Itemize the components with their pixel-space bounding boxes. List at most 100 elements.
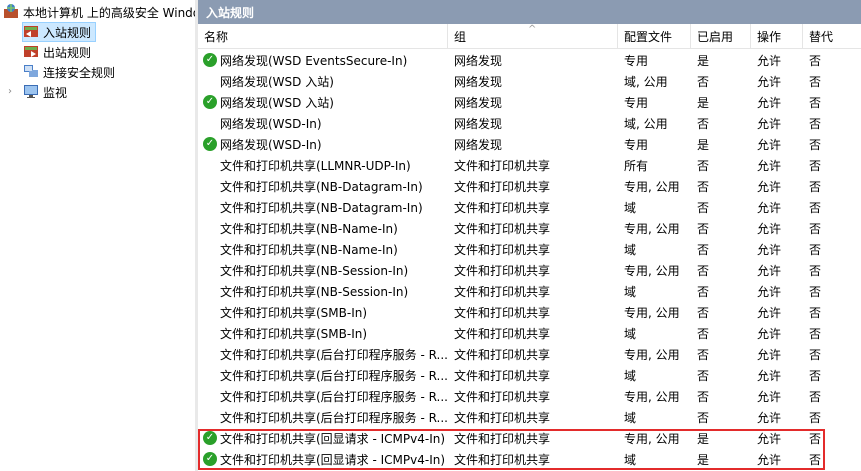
rule-group-cell: 文件和打印机共享 [454,411,551,425]
firewall-icon [3,3,19,21]
rule-name-cell: 文件和打印机共享(NB-Name-In) [220,243,398,257]
rule-name-cell: 网络发现(WSD 入站) [220,96,334,110]
rule-enabled-cell: 否 [697,222,710,236]
rule-action-cell: 允许 [757,117,782,131]
rule-action-cell: 允许 [757,180,782,194]
table-row[interactable]: 网络发现(WSD-In) 网络发现 域, 公用 否 允许 否 [198,113,861,134]
rule-action-cell: 允许 [757,264,782,278]
tree-item-label: 入站规则 [43,25,92,40]
rule-override-cell: 否 [809,54,822,68]
rule-action-cell: 允许 [757,138,782,152]
monitor-icon [23,83,39,102]
table-row[interactable]: 文件和打印机共享(NB-Name-In) 文件和打印机共享 专用, 公用 否 允许 否 [198,218,861,239]
table-row[interactable]: ✓ 网络发现(WSD 入站) 网络发现 专用是允许否 [198,92,861,113]
table-row[interactable]: 文件和打印机共享(后台打印程序服务 - R... 文件和打印机共享 域 否 允许 否 [198,365,861,386]
rule-action-cell: 允许 [757,327,782,341]
rule-override-cell: 否 [809,180,822,194]
column-header-enabled[interactable]: 已启用 [691,24,751,48]
rule-profile-cell: 域 [624,201,637,215]
rule-override-cell: 否 [809,411,822,425]
rule-override-cell: 否 [809,159,822,173]
table-row[interactable]: 文件和打印机共享(后台打印程序服务 - R... 文件和打印机共享 域 否 允许 否 [198,407,861,428]
rule-profile-cell: 域 [624,453,637,467]
rule-name-cell: 网络发现(WSD EventsSecure-In) [220,54,408,68]
tree-item-connection-security-rules[interactable]: 连接安全规则 [23,62,119,82]
rule-group-cell: 文件和打印机共享 [454,306,551,320]
table-row[interactable]: 文件和打印机共享(NB-Session-In) 文件和打印机共享 域 否 允许 否 [198,281,861,302]
rule-name-cell: 文件和打印机共享(NB-Session-In) [220,285,409,299]
expand-chevron-icon[interactable]: › [8,86,12,97]
column-header-name[interactable]: 名称 [198,24,448,48]
rule-override-cell: 否 [809,348,822,362]
rule-enabled-cell: 否 [697,306,710,320]
rule-enabled-cell: 否 [697,159,710,173]
outbound-rules-icon [23,43,39,62]
rule-enabled-cell: 否 [697,75,710,89]
tree-item-inbound-rules[interactable]: 入站规则 [22,22,97,42]
rule-name-cell: 文件和打印机共享(回显请求 - ICMPv4-In) [220,432,446,446]
rule-enabled-cell: 否 [697,243,710,257]
rule-enabled-cell: 否 [697,201,710,215]
rule-action-cell: 允许 [757,369,782,383]
table-row[interactable]: 文件和打印机共享(后台打印程序服务 - R... 文件和打印机共享 专用, 公用 否 允… [198,344,861,365]
rule-profile-cell: 专用, 公用 [624,390,680,404]
rule-name-cell: 网络发现(WSD 入站) [220,75,334,89]
rule-profile-cell: 域 [624,243,637,257]
rule-group-cell: 文件和打印机共享 [454,369,551,383]
rule-group-cell: 网络发现 [454,96,503,110]
rule-enabled-cell: 否 [697,390,710,404]
rule-name-cell: 网络发现(WSD-In) [220,138,322,152]
rule-name-cell: 网络发现(WSD-In) [220,117,322,131]
rule-enabled-cell: 否 [697,348,710,362]
table-row[interactable]: 文件和打印机共享(LLMNR-UDP-In) 文件和打印机共享 所有 否 允许 否 [198,155,861,176]
table-row[interactable]: 网络发现(WSD 入站) 网络发现 域, 公用 否 允许 否 [198,71,861,92]
table-row[interactable]: 文件和打印机共享(SMB-In) 文件和打印机共享 域 否 允许 否 [198,323,861,344]
table-row[interactable]: ✓ 文件和打印机共享(回显请求 - ICMPv4-In) 文件和打印机共享域是允许否 [198,449,861,470]
table-row[interactable]: 文件和打印机共享(NB-Datagram-In) 文件和打印机共享 专用, 公用 否 允… [198,176,861,197]
rules-list: 名称 组 ^ 配置文件 已启用 操作 替代 ✓ 网络发现(WSD EventsSe… [198,24,861,471]
rule-profile-cell: 域 [624,327,637,341]
rule-profile-cell: 专用, 公用 [624,306,680,320]
rule-action-cell: 允许 [757,96,782,110]
rule-group-cell: 网络发现 [454,138,503,152]
connection-security-icon [23,63,39,82]
tree-item-monitoring[interactable]: 监视 [23,82,71,102]
column-header-row: 名称 组 ^ 配置文件 已启用 操作 替代 [198,24,861,49]
rule-name-cell: 文件和打印机共享(NB-Datagram-In) [220,180,423,194]
rule-override-cell: 否 [809,432,822,446]
rule-override-cell: 否 [809,138,822,152]
column-header-override[interactable]: 替代 [803,24,861,48]
rule-group-cell: 网络发现 [454,54,503,68]
navigation-tree: 本地计算机 上的高级安全 Windows 入站规则 出站规则 [0,0,195,471]
rule-profile-cell: 专用 [624,54,649,68]
rule-enabled-cell: 否 [697,180,710,194]
rule-action-cell: 允许 [757,243,782,257]
rule-override-cell: 否 [809,327,822,341]
rule-action-cell: 允许 [757,411,782,425]
rule-action-cell: 允许 [757,159,782,173]
table-row[interactable]: 文件和打印机共享(NB-Name-In) 文件和打印机共享 域 否 允许 否 [198,239,861,260]
table-row[interactable]: 文件和打印机共享(NB-Datagram-In) 文件和打印机共享 域 否 允许 否 [198,197,861,218]
rule-action-cell: 允许 [757,306,782,320]
rule-name-cell: 文件和打印机共享(回显请求 - ICMPv4-In) [220,453,446,467]
table-row[interactable]: ✓ 网络发现(WSD-In) 网络发现 专用是允许否 [198,134,861,155]
rule-override-cell: 否 [809,243,822,257]
rule-enabled-cell: 是 [697,432,710,446]
table-row[interactable]: ✓ 文件和打印机共享(回显请求 - ICMPv4-In) 文件和打印机共享 专用, 公… [198,428,861,449]
table-row[interactable]: 文件和打印机共享(后台打印程序服务 - R... 文件和打印机共享 专用, 公用 否 允… [198,386,861,407]
tree-item-outbound-rules[interactable]: 出站规则 [23,42,95,62]
table-row[interactable]: ✓ 网络发现(WSD EventsSecure-In) 网络发现 专用是允许否 [198,50,861,71]
column-header-action[interactable]: 操作 [751,24,803,48]
pane-title-bar: 入站规则 [198,0,861,24]
rule-group-cell: 文件和打印机共享 [454,201,551,215]
rule-profile-cell: 专用 [624,138,649,152]
rule-enabled-cell: 是 [697,54,710,68]
rule-name-cell: 文件和打印机共享(后台打印程序服务 - R... [220,390,448,404]
table-row[interactable]: 文件和打印机共享(NB-Session-In) 文件和打印机共享 专用, 公用 否 允许… [198,260,861,281]
column-header-profile[interactable]: 配置文件 [618,24,691,48]
tree-root-item[interactable]: 本地计算机 上的高级安全 Windows [3,3,195,21]
rule-override-cell: 否 [809,96,822,110]
rule-profile-cell: 域, 公用 [624,75,668,89]
rule-name-cell: 文件和打印机共享(NB-Session-In) [220,264,409,278]
table-row[interactable]: 文件和打印机共享(SMB-In) 文件和打印机共享 专用, 公用 否 允许 否 [198,302,861,323]
